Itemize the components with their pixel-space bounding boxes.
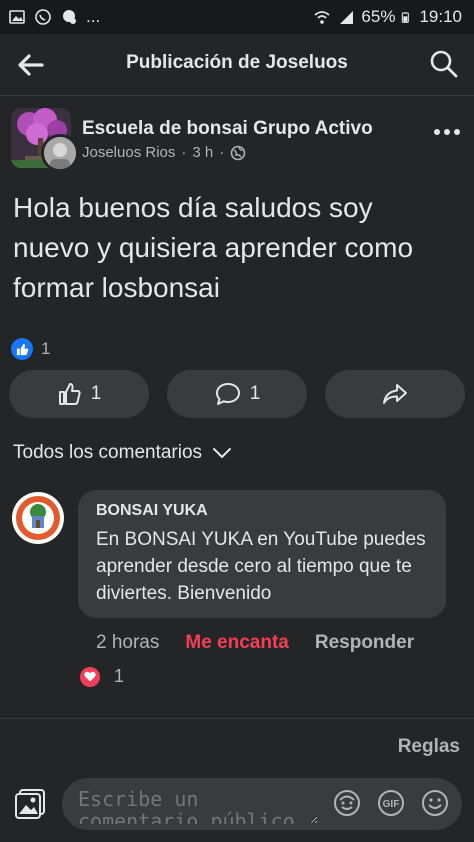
author-name[interactable]: Joseluos Rios [82,144,175,161]
comment-reaction-summary[interactable]: 1 [80,666,124,687]
post-actions: 1 1 [9,370,465,418]
comment-reaction-count: 1 [114,666,125,686]
wifi-icon [314,11,331,24]
battery-percent: 65% [361,7,396,26]
comment-actions: 2 horas Me encanta Responder [96,632,414,654]
chevron-down-icon [213,448,232,459]
composer-icons: GIF [332,788,450,818]
share-button[interactable] [325,370,465,418]
commenter-avatar[interactable] [12,492,64,544]
battery-icon [402,12,410,23]
author-avatar[interactable] [41,134,79,172]
whatsapp-icon [35,9,51,25]
clock: 19:10 [419,7,462,26]
photo-gallery-icon[interactable] [14,786,48,820]
status-bar: ... 65% 19:10 [0,0,474,34]
image-icon [9,10,25,24]
chat-icon [63,10,76,24]
share-arrow-icon [383,384,407,404]
avatar-sticker-icon[interactable] [332,788,362,818]
heart-icon [80,666,100,687]
more-options-icon[interactable] [432,122,462,142]
svg-text:GIF: GIF [383,799,400,810]
top-nav: Publicación de Joseluos [0,34,474,96]
comment-count: 1 [249,383,261,404]
search-icon[interactable] [428,48,460,80]
comment-text: En BONSAI YUKA en YouTube puedes aprende… [96,529,426,604]
post-text: Hola buenos día saludos soy nuevo y quis… [13,192,414,303]
comment-input[interactable] [78,788,318,824]
post-meta: Joseluos Rios · 3 h · [82,144,246,161]
post-time[interactable]: 3 h [192,144,213,161]
user-photo-icon [44,137,76,169]
reaction-count: 1 [41,339,51,358]
status-left-icons: ... [8,7,100,27]
comment-composer: GIF [62,778,462,830]
comment-button[interactable]: 1 [167,370,307,418]
like-button[interactable]: 1 [9,370,149,418]
thumbs-up-icon [58,383,81,405]
status-right-icons: 65% 19:10 [313,7,462,27]
globe-icon [230,145,246,160]
reply-button[interactable]: Responder [315,632,414,654]
divider [0,718,474,719]
gif-icon[interactable]: GIF [376,788,406,818]
reactions-summary[interactable]: 1 [11,338,50,360]
comment-bubble-icon [215,383,240,405]
comments-filter-dropdown[interactable]: Todos los comentarios [13,442,232,464]
like-count: 1 [90,383,102,404]
group-name[interactable]: Escuela de bonsai Grupo Activo [82,118,373,140]
page-title: Publicación de Joseluos [126,52,348,73]
comments-filter-label: Todos los comentarios [13,442,203,463]
meta-separator: · [181,144,187,161]
bonsai-yuka-logo-icon [13,493,63,543]
comment-bubble[interactable]: BONSAI YUKA En BONSAI YUKA en YouTube pu… [78,490,446,618]
meta-separator-2: · [219,144,225,161]
status-more-dots: ... [86,7,101,26]
like-reaction-icon [11,338,33,360]
post-header: Escuela de bonsai Grupo Activo Joseluos … [0,104,474,174]
comment-time[interactable]: 2 horas [96,632,159,654]
signal-icon [340,11,354,24]
comment-author[interactable]: BONSAI YUKA [96,502,428,520]
rules-link[interactable]: Reglas [398,736,460,758]
love-reaction-button[interactable]: Me encanta [185,632,288,654]
emoji-icon[interactable] [420,788,450,818]
